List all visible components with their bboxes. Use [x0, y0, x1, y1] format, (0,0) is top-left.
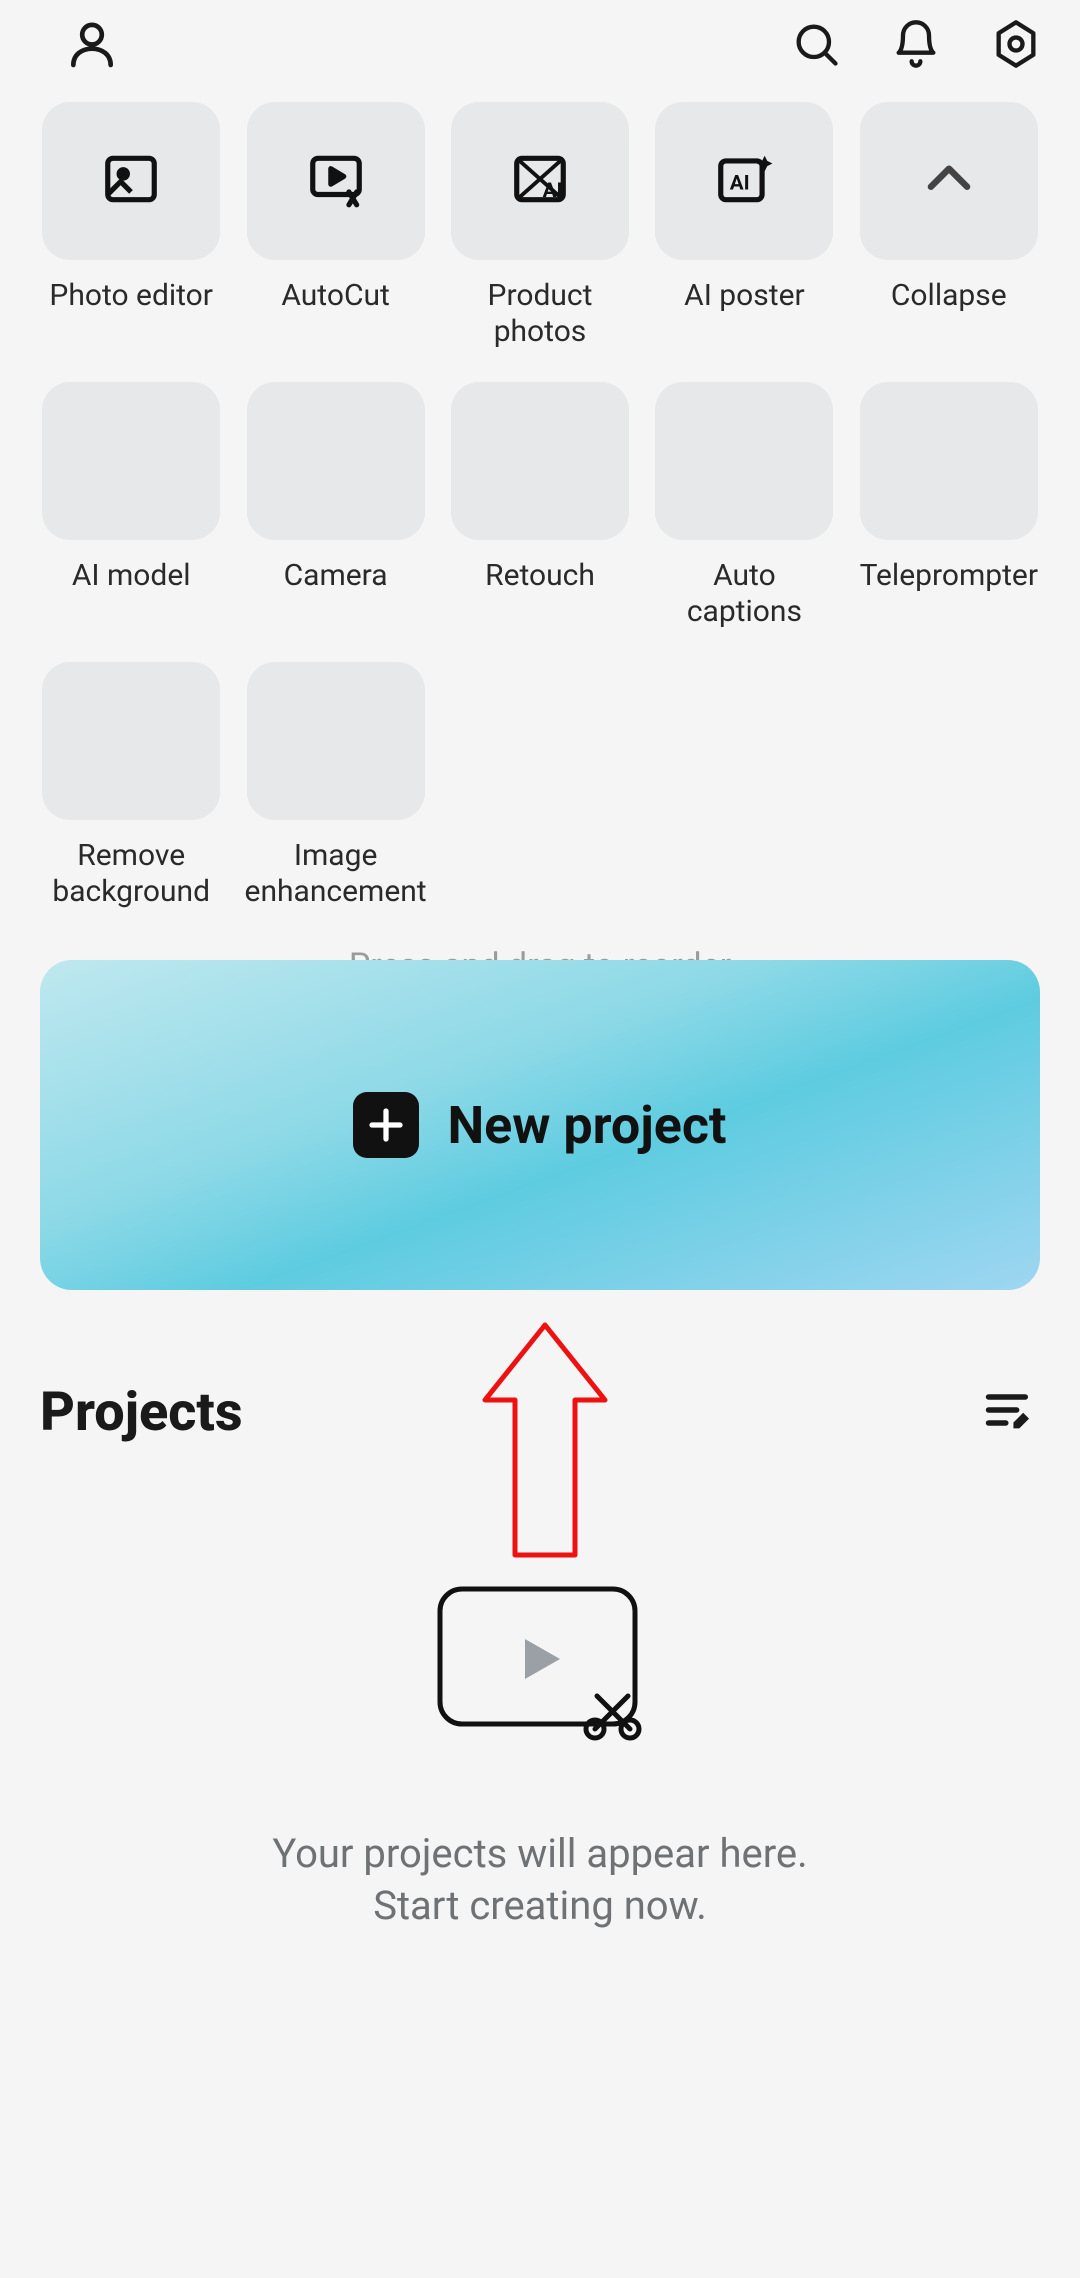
- sort-edit-button[interactable]: [976, 1380, 1040, 1444]
- notifications-button[interactable]: [880, 10, 952, 82]
- tool-product-photos[interactable]: AI Product photos: [449, 102, 631, 350]
- tool-label: AI poster: [684, 278, 805, 314]
- tool-retouch[interactable]: Retouch: [449, 382, 631, 630]
- profile-button[interactable]: [56, 10, 128, 82]
- tool-label: Photo editor: [49, 278, 213, 314]
- new-project-button[interactable]: New project: [40, 960, 1040, 1290]
- new-project-label: New project: [447, 1095, 726, 1156]
- tool-camera[interactable]: Camera: [244, 382, 426, 630]
- tool-label: Image enhancement: [244, 838, 426, 910]
- projects-header: Projects: [0, 1380, 1080, 1444]
- tool-image-enhancement[interactable]: Image enhancement: [244, 662, 426, 910]
- tool-label: Teleprompter: [860, 558, 1038, 594]
- sort-edit-icon: [982, 1384, 1034, 1440]
- search-icon: [790, 18, 842, 74]
- tool-label: AI model: [72, 558, 191, 594]
- tool-label: Retouch: [485, 558, 595, 594]
- bell-icon: [890, 18, 942, 74]
- plus-icon: [353, 1092, 419, 1158]
- tool-auto-captions[interactable]: Auto captions: [653, 382, 835, 630]
- empty-projects-icon: [435, 1584, 645, 1758]
- chevron-up-icon: [918, 148, 980, 214]
- tool-photo-editor[interactable]: Photo editor: [40, 102, 222, 350]
- svg-text:AI: AI: [730, 171, 750, 195]
- tool-label: Remove background: [40, 838, 222, 910]
- product-photos-icon: AI: [509, 148, 571, 214]
- tool-label: Collapse: [891, 278, 1007, 314]
- ai-poster-icon: AI: [713, 148, 775, 214]
- profile-icon: [64, 16, 120, 76]
- tool-label: Auto captions: [653, 558, 835, 630]
- projects-title: Projects: [40, 1381, 976, 1444]
- tool-collapse[interactable]: Collapse: [858, 102, 1040, 350]
- tool-remove-background[interactable]: Remove background: [40, 662, 222, 910]
- svg-text:AI: AI: [543, 179, 563, 203]
- tool-label: Product photos: [449, 278, 631, 350]
- projects-empty-state: Your projects will appear here. Start cr…: [0, 1584, 1080, 1932]
- tool-label: AutoCut: [281, 278, 389, 314]
- settings-button[interactable]: [980, 10, 1052, 82]
- photo-editor-icon: [100, 148, 162, 214]
- autocut-icon: [305, 148, 367, 214]
- tool-ai-model[interactable]: AI model: [40, 382, 222, 630]
- tool-grid: Photo editor AutoCut AI Produ: [0, 92, 1080, 910]
- tool-label: Camera: [284, 558, 388, 594]
- empty-projects-text: Your projects will appear here. Start cr…: [272, 1828, 807, 1932]
- top-bar: [0, 0, 1080, 92]
- settings-icon: [990, 18, 1042, 74]
- tool-teleprompter[interactable]: Teleprompter: [858, 382, 1040, 630]
- search-button[interactable]: [780, 10, 852, 82]
- tool-autocut[interactable]: AutoCut: [244, 102, 426, 350]
- tool-ai-poster[interactable]: AI AI poster: [653, 102, 835, 350]
